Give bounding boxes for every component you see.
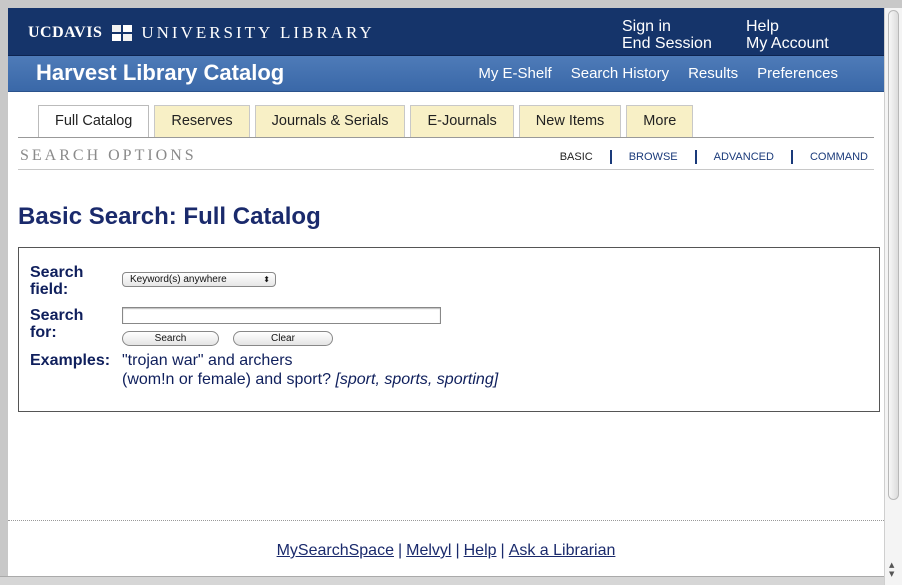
footer-ask-a-librarian[interactable]: Ask a Librarian (509, 542, 616, 559)
nav-results[interactable]: Results (688, 65, 738, 82)
footer-separator: | (397, 542, 403, 559)
tab-journals-serials[interactable]: Journals & Serials (254, 105, 406, 137)
search-button[interactable]: Search (122, 331, 219, 346)
ucdavis-grid-icon (112, 25, 133, 41)
mode-advanced[interactable]: ADVANCED (694, 150, 791, 164)
footer-melvyl[interactable]: Melvyl (406, 542, 451, 559)
tab-new-items[interactable]: New Items (518, 105, 622, 137)
clear-button[interactable]: Clear (233, 331, 333, 346)
tab-full-catalog[interactable]: Full Catalog (38, 105, 150, 138)
footer-separator: | (455, 542, 460, 559)
footer-help[interactable]: Help (464, 542, 497, 559)
catalog-nav-links: My E-Shelf Search History Results Prefer… (478, 65, 838, 82)
mode-browse[interactable]: BROWSE (609, 150, 695, 164)
example-2: (wom!n or female) and sport? [sport, spo… (122, 371, 498, 389)
tab-divider (18, 137, 874, 138)
nav-search-history[interactable]: Search History (571, 65, 669, 82)
footer-links: MySearchSpace | Melvyl | Help | Ask a Libraria… (8, 542, 884, 560)
example-2-hint: [sport, sports, sporting] (335, 371, 499, 388)
search-mode-links: BASIC BROWSE ADVANCED COMMAND (560, 150, 868, 164)
catalog-navbar: Harvest Library Catalog My E-Shelf Searc… (8, 56, 884, 92)
basic-search-form: Search field: Keyword(s) anywhere ⬍ Sear… (18, 247, 880, 412)
search-options-title: SEARCH OPTIONS (20, 147, 197, 164)
sign-in-link[interactable]: Sign in (622, 18, 712, 35)
window-bottom-edge (0, 576, 884, 585)
end-session-link[interactable]: End Session (622, 35, 712, 52)
footer-divider (8, 520, 884, 521)
select-arrows-icon: ⬍ (263, 275, 270, 284)
tab-more[interactable]: More (626, 105, 694, 137)
logo-uc-text: UC (28, 24, 53, 41)
search-for-label-line2: for: (30, 324, 57, 341)
ucdavis-library-logo[interactable]: UC DAVIS UNIVERSITY LIBRARY (28, 23, 375, 43)
tab-e-journals[interactable]: E-Journals (410, 105, 514, 137)
scrollbar-thumb[interactable] (888, 10, 899, 500)
search-field-label-line2: field: (30, 281, 69, 298)
footer-separator: | (500, 542, 505, 559)
nav-preferences[interactable]: Preferences (757, 65, 838, 82)
mode-command[interactable]: COMMAND (790, 150, 868, 164)
help-link[interactable]: Help (746, 18, 829, 35)
search-for-label: Search for: (30, 307, 83, 341)
account-links: Help My Account (746, 18, 829, 52)
university-header: UC DAVIS UNIVERSITY LIBRARY Sign in End S… (8, 8, 884, 56)
catalog-tabs: Full Catalog Reserves Journals & Serials… (38, 105, 694, 138)
search-options-bar: SEARCH OPTIONS BASIC BROWSE ADVANCED COM… (18, 144, 874, 170)
mode-basic[interactable]: BASIC (560, 150, 610, 164)
examples-label: Examples: (30, 352, 111, 369)
browser-window: UC DAVIS UNIVERSITY LIBRARY Sign in End S… (8, 8, 884, 585)
search-for-label-line1: Search (30, 307, 84, 324)
scroll-arrows-icon[interactable]: ▲ ▼ (889, 561, 894, 579)
my-account-link[interactable]: My Account (746, 35, 829, 52)
search-field-select[interactable]: Keyword(s) anywhere ⬍ (122, 272, 276, 287)
page-title: Basic Search: Full Catalog (18, 203, 321, 230)
search-field-label-line1: Search (30, 264, 84, 281)
search-input[interactable] (122, 307, 441, 324)
logo-library-text: UNIVERSITY LIBRARY (141, 23, 375, 42)
catalog-title[interactable]: Harvest Library Catalog (36, 60, 284, 86)
example-1: "trojan war" and archers (122, 352, 293, 369)
vertical-scrollbar[interactable]: ▲ ▼ (884, 8, 902, 585)
nav-my-eshelf[interactable]: My E-Shelf (478, 65, 551, 82)
search-field-label: Search field: (30, 264, 83, 298)
search-field-value: Keyword(s) anywhere (130, 274, 227, 285)
footer-mysearchspace[interactable]: MySearchSpace (277, 542, 394, 559)
tab-reserves[interactable]: Reserves (154, 105, 250, 137)
logo-davis-text: DAVIS (52, 24, 103, 41)
example-2-query: (wom!n or female) and sport? (122, 371, 331, 388)
session-links: Sign in End Session (622, 18, 712, 52)
